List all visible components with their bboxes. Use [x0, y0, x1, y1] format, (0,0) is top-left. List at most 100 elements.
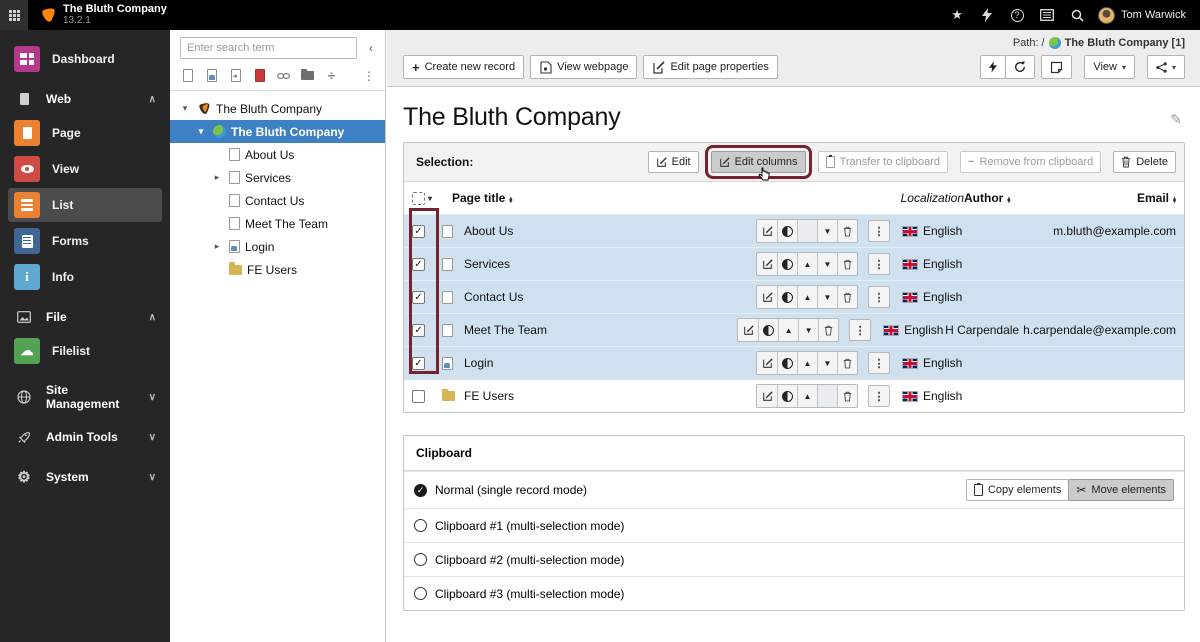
tree-item-site-root[interactable]: ▾ The Bluth Company	[170, 120, 385, 143]
sidebar-group-admin-tools[interactable]: Admin Tools ∨	[8, 422, 162, 452]
more-actions-icon[interactable]: ⋮	[868, 286, 890, 308]
apps-grid-button[interactable]	[0, 0, 28, 30]
move-up-icon[interactable]: ▲	[797, 253, 817, 275]
move-up-icon[interactable]: ▲	[778, 319, 798, 341]
move-down-icon[interactable]: ▼	[817, 220, 837, 242]
record-title[interactable]: Contact Us	[464, 290, 756, 304]
record-title[interactable]: FE Users	[464, 389, 756, 403]
delete-record-icon[interactable]	[818, 319, 838, 341]
delete-record-icon[interactable]	[837, 352, 857, 374]
move-down-icon[interactable]: ▼	[817, 286, 837, 308]
sidebar-group-file[interactable]: File ∧	[8, 302, 162, 332]
hide-toggle-icon[interactable]	[777, 253, 797, 275]
hide-toggle-icon[interactable]	[777, 220, 797, 242]
move-down-icon[interactable]: ▼	[798, 319, 818, 341]
tree-item-fe-users[interactable]: FE Users	[170, 258, 385, 281]
sidebar-item-page[interactable]: Page	[8, 116, 162, 150]
clipboard-option-2[interactable]: Clipboard #2 (multi-selection mode)	[404, 542, 1184, 576]
new-folder-icon[interactable]	[300, 68, 315, 83]
sidebar-group-site-management[interactable]: Site Management ∨	[8, 382, 162, 412]
edit-record-icon[interactable]	[738, 319, 758, 341]
radio-icon[interactable]	[414, 519, 427, 532]
more-actions-icon[interactable]: ⋮	[868, 220, 890, 242]
move-up-icon[interactable]: ▲	[797, 352, 817, 374]
user-menu[interactable]: Tom Warwick	[1094, 7, 1190, 24]
more-actions-icon[interactable]: ⋮	[849, 319, 871, 341]
sidebar-group-system[interactable]: ⚙ System ∨	[8, 462, 162, 492]
hide-toggle-icon[interactable]	[777, 286, 797, 308]
transfer-to-clipboard-button[interactable]: Transfer to clipboard	[818, 151, 948, 173]
help-icon[interactable]: ?	[1004, 2, 1030, 28]
delete-button[interactable]: Delete	[1113, 151, 1176, 173]
hide-toggle-icon[interactable]	[758, 319, 778, 341]
new-divider-icon[interactable]: ÷	[324, 68, 339, 83]
hide-toggle-icon[interactable]	[777, 352, 797, 374]
clipboard-option-1[interactable]: Clipboard #1 (multi-selection mode)	[404, 508, 1184, 542]
new-document-button[interactable]	[1041, 55, 1072, 79]
search-icon[interactable]	[1064, 2, 1090, 28]
column-header-page-title[interactable]: Page title▴▾	[452, 191, 755, 205]
record-title[interactable]: About Us	[464, 224, 756, 238]
move-down-icon[interactable]: ▼	[817, 253, 837, 275]
chevron-right-icon[interactable]: ▸	[210, 241, 224, 252]
clear-cache-bolt-icon[interactable]	[974, 2, 1000, 28]
sidebar-item-dashboard[interactable]: Dashboard	[8, 42, 162, 76]
collapse-tree-icon[interactable]: ‹	[363, 41, 379, 55]
sidebar-item-list[interactable]: List	[8, 188, 162, 222]
brand[interactable]: The Bluth Company 13.2.1	[28, 4, 167, 26]
sidebar-group-web[interactable]: Web ∧	[8, 84, 162, 114]
cache-bolt-button[interactable]	[980, 55, 1006, 79]
record-title[interactable]: Meet The Team	[464, 323, 737, 337]
share-dropdown-button[interactable]: ▾	[1147, 55, 1185, 79]
edit-page-properties-button[interactable]: Edit page properties	[643, 55, 777, 79]
copy-elements-button[interactable]: Copy elements	[966, 479, 1069, 501]
column-header-author[interactable]: Author▴▾	[964, 191, 1042, 205]
chevron-down-icon[interactable]: ▾	[194, 126, 208, 137]
row-checkbox[interactable]	[412, 390, 425, 403]
chevron-right-icon[interactable]: ▸	[210, 172, 224, 183]
radio-selected-icon[interactable]: ✓	[414, 484, 427, 497]
edit-record-icon[interactable]	[757, 220, 777, 242]
delete-record-icon[interactable]	[837, 220, 857, 242]
more-actions-icon[interactable]: ⋮	[868, 253, 890, 275]
new-shortcut-page-icon[interactable]	[228, 68, 243, 83]
edit-record-icon[interactable]	[757, 385, 777, 407]
chevron-down-icon[interactable]: ▾	[178, 103, 192, 114]
delete-record-icon[interactable]	[837, 253, 857, 275]
edit-record-icon[interactable]	[757, 286, 777, 308]
sidebar-item-info[interactable]: i Info	[8, 260, 162, 294]
tree-item-root[interactable]: ▾ The Bluth Company	[170, 97, 385, 120]
select-all-checkbox[interactable]	[412, 192, 425, 205]
delete-record-icon[interactable]	[837, 385, 857, 407]
record-title[interactable]: Services	[464, 257, 756, 271]
tree-more-icon[interactable]: ⋮	[363, 69, 375, 83]
new-page-icon[interactable]	[180, 68, 195, 83]
more-actions-icon[interactable]: ⋮	[868, 385, 890, 407]
edit-title-pencil-icon[interactable]: ✎	[1170, 103, 1182, 128]
remove-from-clipboard-button[interactable]: − Remove from clipboard	[960, 151, 1101, 173]
view-dropdown-button[interactable]: View ▾	[1084, 55, 1135, 79]
chevron-down-icon[interactable]: ▾	[428, 194, 432, 203]
record-title[interactable]: Login	[464, 356, 756, 370]
reload-button[interactable]	[1005, 55, 1035, 79]
tree-item-contact-us[interactable]: Contact Us	[170, 189, 385, 212]
view-webpage-button[interactable]: View webpage	[530, 55, 637, 79]
delete-record-icon[interactable]	[837, 286, 857, 308]
edit-record-icon[interactable]	[757, 253, 777, 275]
row-checkbox[interactable]: ✓	[412, 324, 425, 337]
sidebar-item-view[interactable]: View	[8, 152, 162, 186]
edit-record-icon[interactable]	[757, 352, 777, 374]
new-link-page-icon[interactable]	[276, 68, 291, 83]
tree-item-meet-the-team[interactable]: Meet The Team	[170, 212, 385, 235]
row-checkbox[interactable]: ✓	[412, 357, 425, 370]
edit-columns-button[interactable]: Edit columns	[711, 151, 806, 173]
tree-search-input[interactable]	[180, 37, 357, 59]
move-elements-button[interactable]: ✂ Move elements	[1068, 479, 1174, 501]
sidebar-item-filelist[interactable]: ☁ Filelist	[8, 334, 162, 368]
move-down-icon[interactable]: ▼	[817, 352, 837, 374]
radio-icon[interactable]	[414, 587, 427, 600]
hide-toggle-icon[interactable]	[777, 385, 797, 407]
sidebar-item-forms[interactable]: Forms	[8, 224, 162, 258]
move-up-icon[interactable]: ▲	[797, 385, 817, 407]
create-new-record-button[interactable]: + Create new record	[403, 55, 524, 79]
